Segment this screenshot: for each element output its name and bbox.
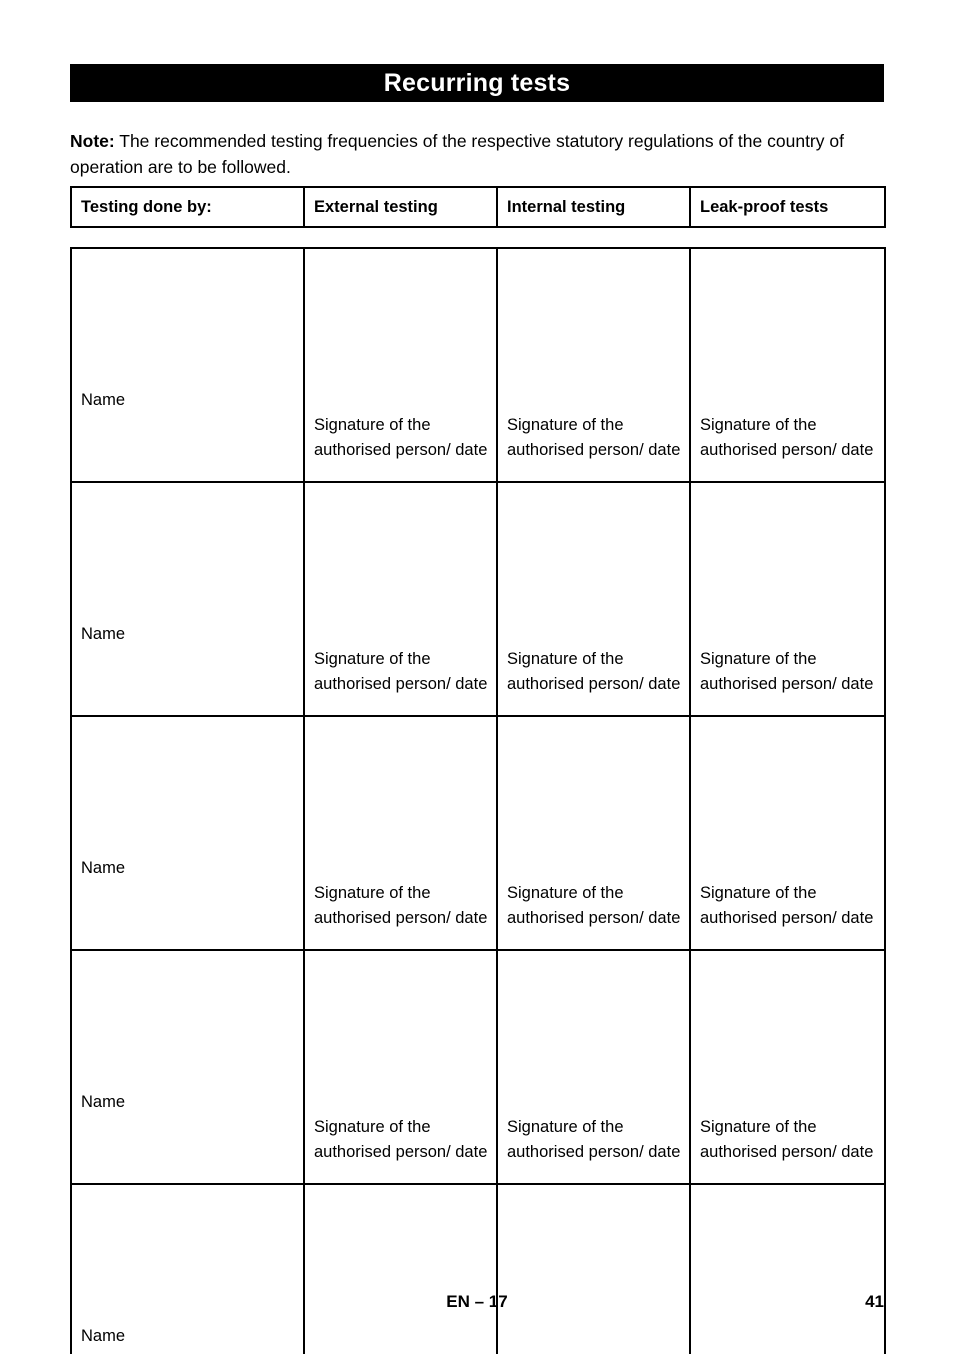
cell-internal-signature[interactable]: Signature of the authorised person/ date [496, 1183, 691, 1354]
table-row: Name Signature of the authorised person/… [70, 949, 886, 1185]
cell-internal-signature[interactable]: Signature of the authorised person/ date [496, 949, 691, 1185]
document-page: Recurring tests Note: The recommended te… [0, 0, 954, 1354]
table-header: Testing done by: External testing Intern… [70, 186, 886, 228]
cell-external-signature[interactable]: Signature of the authorised person/ date [303, 247, 498, 483]
table-header-row: Testing done by: External testing Intern… [70, 186, 886, 228]
cell-internal-signature[interactable]: Signature of the authorised person/ date [496, 715, 691, 951]
column-header-leak-proof-tests: Leak-proof tests [689, 186, 886, 228]
page-title: Recurring tests [383, 68, 571, 97]
column-header-internal-testing: Internal testing [496, 186, 691, 228]
table-row: Name Signature of the authorised person/… [70, 481, 886, 717]
section-title-banner: Recurring tests [70, 64, 884, 102]
footer-language-marker: EN – 17 [446, 1292, 508, 1311]
cell-name[interactable]: Name [70, 715, 305, 951]
cell-external-signature[interactable]: Signature of the authorised person/ date [303, 715, 498, 951]
cell-leakproof-signature[interactable]: Signature of the authorised person/ date [689, 715, 886, 951]
footer-page-number: 41 [865, 1292, 884, 1311]
cell-internal-signature[interactable]: Signature of the authorised person/ date [496, 247, 691, 483]
cell-name[interactable]: Name [70, 949, 305, 1185]
table-row: Name Signature of the authorised person/… [70, 1183, 886, 1354]
cell-name[interactable]: Name [70, 1183, 305, 1354]
table-row: Name Signature of the authorised person/… [70, 715, 886, 951]
cell-leakproof-signature[interactable]: Signature of the authorised person/ date [689, 1183, 886, 1354]
table-row: Name Signature of the authorised person/… [70, 247, 886, 483]
cell-leakproof-signature[interactable]: Signature of the authorised person/ date [689, 481, 886, 717]
note-text: The recommended testing frequencies of t… [70, 130, 844, 177]
cell-leakproof-signature[interactable]: Signature of the authorised person/ date [689, 949, 886, 1185]
cell-external-signature[interactable]: Signature of the authorised person/ date [303, 481, 498, 717]
cell-external-signature[interactable]: Signature of the authorised person/ date [303, 1183, 498, 1354]
column-header-external-testing: External testing [303, 186, 498, 228]
cell-name[interactable]: Name [70, 247, 305, 483]
cell-name[interactable]: Name [70, 481, 305, 717]
note-paragraph: Note: The recommended testing frequencie… [70, 128, 886, 180]
cell-leakproof-signature[interactable]: Signature of the authorised person/ date [689, 247, 886, 483]
note-label: Note: [70, 130, 115, 151]
table-body: Name Signature of the authorised person/… [70, 247, 886, 1354]
cell-internal-signature[interactable]: Signature of the authorised person/ date [496, 481, 691, 717]
cell-external-signature[interactable]: Signature of the authorised person/ date [303, 949, 498, 1185]
column-header-testing-done-by: Testing done by: [70, 186, 305, 228]
